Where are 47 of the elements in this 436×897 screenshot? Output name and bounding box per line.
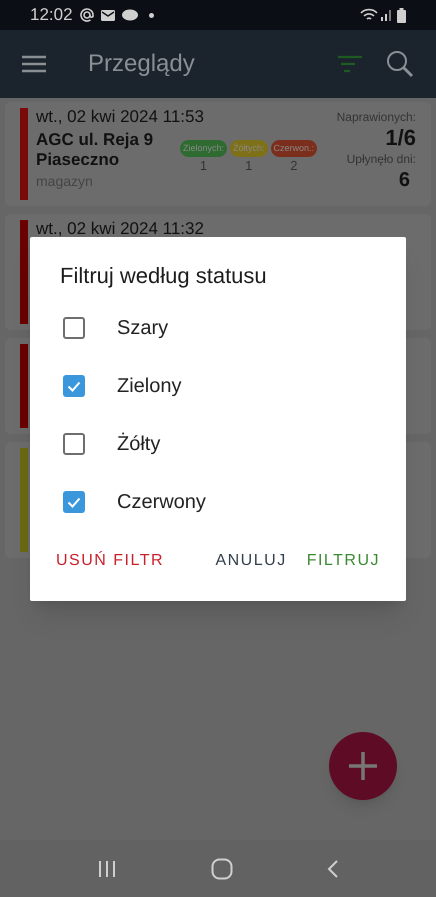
checkbox[interactable]	[63, 317, 85, 339]
date-text: wt., 02 kwi 2024 11:53	[36, 106, 205, 128]
repaired-label: Naprawionych:	[336, 109, 416, 125]
recent-apps-icon[interactable]	[97, 860, 117, 878]
menu-icon[interactable]	[22, 55, 46, 73]
count-text: 2	[290, 157, 298, 175]
dialog-title: Filtruj według statusu	[60, 262, 268, 290]
status-badge: Żółtych:	[230, 140, 268, 157]
dot-icon	[148, 12, 154, 18]
wifi-icon	[360, 8, 378, 22]
option-label: Szary	[117, 316, 168, 341]
date-text: wt., 02 kwi 2024 11:32	[36, 218, 204, 240]
option-label: Zielony	[117, 374, 182, 399]
checkbox[interactable]	[63, 491, 85, 513]
days-value: 6	[398, 168, 410, 193]
cloud-icon	[120, 9, 139, 21]
plus-icon	[347, 750, 379, 782]
filter-icon[interactable]	[338, 55, 362, 73]
days-label: Upłynęło dni:	[346, 151, 416, 167]
mail-icon	[100, 10, 115, 20]
count-text: 1	[200, 157, 208, 175]
dialog-button[interactable]: ANULUJ	[215, 549, 287, 573]
signal-icon	[381, 9, 393, 21]
check-icon	[67, 380, 81, 392]
at-icon	[78, 7, 95, 23]
dialog-button[interactable]: FILTRUJ	[306, 549, 380, 573]
check-icon	[67, 496, 81, 508]
checkbox[interactable]	[63, 375, 85, 397]
screen-title: Przeglądy	[88, 49, 195, 79]
home-icon[interactable]	[211, 858, 233, 880]
location-name: AGC ul. Reja 9 Piaseczno	[36, 130, 154, 170]
clock-text: 12:02	[30, 4, 73, 26]
search-icon[interactable]	[386, 50, 414, 78]
status-option[interactable]: Zielony	[60, 357, 376, 415]
repaired-value: 1/6	[385, 125, 416, 151]
status-badge: Czerwon.:	[270, 140, 318, 157]
option-label: Czerwony	[117, 490, 206, 515]
count-text: 1	[245, 157, 252, 175]
status-option[interactable]: Szary	[60, 299, 376, 357]
checkbox[interactable]	[63, 433, 85, 455]
dialog-button[interactable]: USUŃ FILTR	[56, 549, 164, 573]
back-icon[interactable]	[327, 858, 339, 878]
status-badge: Zielonych:	[180, 140, 228, 157]
option-label: Żółty	[117, 432, 160, 457]
battery-icon	[397, 8, 406, 22]
status-option[interactable]: Czerwony	[60, 473, 376, 531]
status-option[interactable]: Żółty	[60, 415, 376, 473]
